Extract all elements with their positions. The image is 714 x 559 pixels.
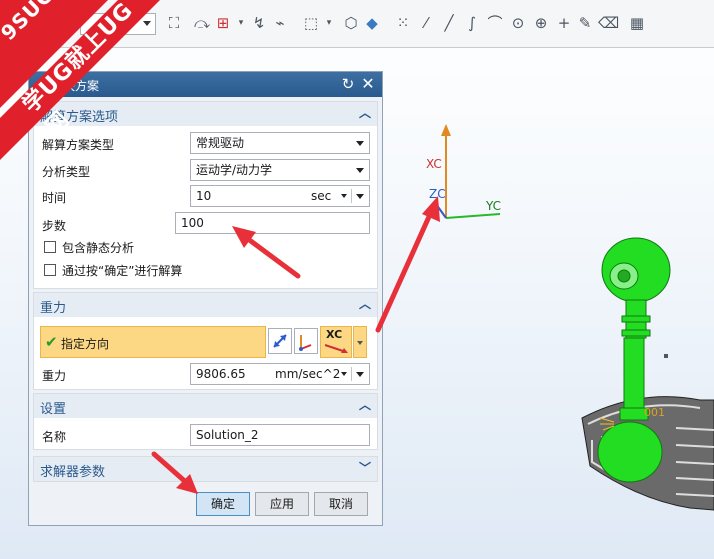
arrow-to-steps (232, 226, 301, 279)
watermark-banner: 9SUG 学UG就上UG网 (0, 0, 160, 160)
arrow-to-ok (151, 451, 198, 494)
arrow-to-axis (375, 196, 440, 333)
